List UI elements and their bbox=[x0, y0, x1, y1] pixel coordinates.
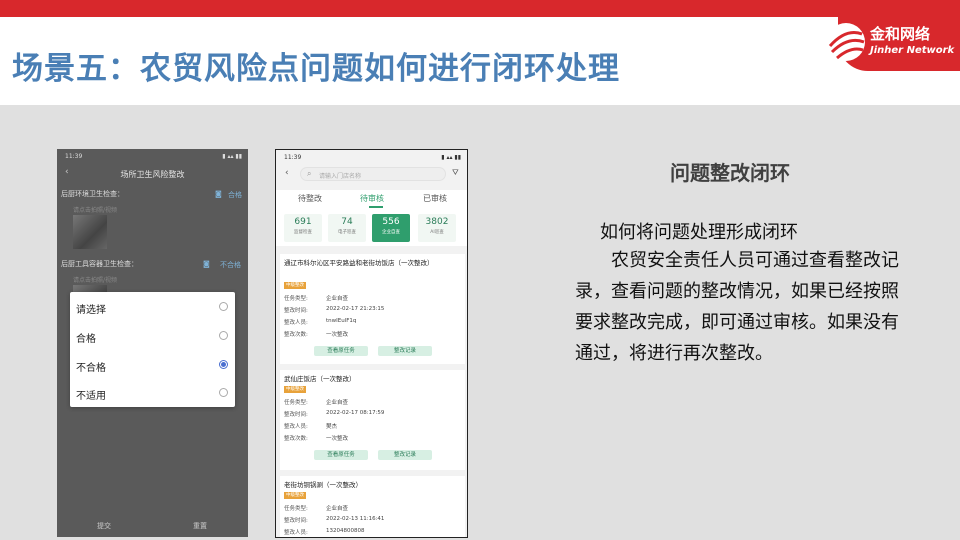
task-card[interactable]: 通辽市科尔沁区平安路益和老街坊饭店（一次整改） 中级整改 任务类型: 企业自查 整… bbox=[280, 254, 465, 364]
task-card[interactable]: 老街坊铜锅涮（一次整改） 中级整改 任务类型: 企业自查 整改时间: 2022-02… bbox=[280, 476, 465, 537]
check-item-label: 后厨环境卫生检查： bbox=[61, 190, 124, 198]
photo-thumbnail[interactable] bbox=[73, 215, 107, 249]
camera-icon[interactable]: ◙ bbox=[215, 190, 222, 198]
store-search-input[interactable]: ⌕ 请输入门店名称 bbox=[300, 167, 446, 181]
stat-card-active[interactable]: 556 企业自查 bbox=[372, 214, 410, 242]
level-badge: 中级整改 bbox=[284, 386, 306, 393]
lead-text: 如何将问题处理形成闭环 bbox=[600, 222, 798, 243]
top-red-bar bbox=[0, 0, 960, 17]
dropdown-option-selected[interactable]: 不合格 bbox=[70, 350, 235, 379]
view-original-task-button[interactable]: 查看原任务 bbox=[314, 450, 368, 460]
photo-hint: 请点击拍照/视频 bbox=[73, 207, 118, 214]
tab-pending-review[interactable]: 待审核 bbox=[360, 193, 384, 204]
stat-card[interactable]: 74 电子巡查 bbox=[328, 214, 366, 242]
brand-logo: 金和网络 Jinher Network bbox=[818, 17, 960, 71]
photo-hint: 请点击拍照/视频 bbox=[73, 277, 118, 284]
stat-card[interactable]: 3802 AI巡查 bbox=[418, 214, 456, 242]
task-card[interactable]: 武仙庄饭店（一次整改） 中级整改 任务类型: 企业自查 整改时间: 2022-02-… bbox=[280, 370, 465, 470]
rectify-record-button[interactable]: 整改记录 bbox=[378, 346, 432, 356]
search-icon: ⌕ bbox=[307, 169, 312, 178]
result-select-dropdown[interactable]: 请选择 合格 不合格 不适用 bbox=[70, 292, 235, 407]
stat-card[interactable]: 691 监督检查 bbox=[284, 214, 322, 242]
logo-text-en: Jinher Network bbox=[870, 45, 955, 56]
active-tab-indicator bbox=[369, 206, 383, 208]
nav-bar: ‹ 场所卫生风险整改 bbox=[57, 167, 248, 181]
slide-header: 场景五：农贸风险点问题如何进行闭环处理 bbox=[0, 17, 960, 105]
dropdown-option[interactable]: 请选择 bbox=[70, 292, 235, 321]
level-badge: 中级整改 bbox=[284, 492, 306, 499]
status-tabs: 待整改 待审核 已审核 bbox=[276, 190, 467, 210]
nav-title: 场所卫生风险整改 bbox=[120, 170, 185, 179]
tab-pending-rectify[interactable]: 待整改 bbox=[298, 193, 322, 204]
dropdown-option[interactable]: 不适用 bbox=[70, 378, 235, 407]
status-time: 11:39 bbox=[284, 154, 302, 161]
dropdown-option[interactable]: 合格 bbox=[70, 321, 235, 350]
view-original-task-button[interactable]: 查看原任务 bbox=[314, 346, 368, 356]
logo-globe-icon bbox=[827, 23, 865, 61]
rectify-record-button[interactable]: 整改记录 bbox=[378, 450, 432, 460]
status-icons: ▮ ▴▴ ▮▮ bbox=[441, 154, 461, 161]
section-heading: 问题整改闭环 bbox=[670, 161, 790, 185]
submit-button[interactable]: 提交 bbox=[97, 521, 111, 531]
store-name: 武仙庄饭店（一次整改） bbox=[284, 375, 356, 383]
status-time: 11:39 bbox=[65, 153, 83, 160]
logo-text-cn: 金和网络 bbox=[870, 25, 931, 43]
reset-button[interactable]: 重置 bbox=[193, 521, 207, 531]
slide-title: 场景五：农贸风险点问题如何进行闭环处理 bbox=[12, 51, 620, 87]
radio-selected-icon[interactable] bbox=[219, 360, 228, 369]
status-icons: ▮ ▴▴ ▮▮ bbox=[222, 153, 242, 160]
camera-icon[interactable]: ◙ bbox=[203, 260, 210, 268]
back-arrow-icon[interactable]: ‹ bbox=[285, 168, 289, 178]
tab-reviewed[interactable]: 已审核 bbox=[423, 193, 447, 204]
store-name: 老街坊铜锅涮（一次整改） bbox=[284, 481, 362, 489]
phone-screenshot-review-list: 11:39 ▮ ▴▴ ▮▮ ‹ ⌕ 请输入门店名称 ⛛ 待整改 待审核 已审核 … bbox=[275, 149, 468, 538]
source-stats: 691 监督检查 74 电子巡查 556 企业自查 3802 AI巡查 bbox=[276, 210, 467, 246]
radio-icon[interactable] bbox=[219, 302, 228, 311]
filter-icon[interactable]: ⛛ bbox=[452, 168, 459, 178]
radio-icon[interactable] bbox=[219, 388, 228, 397]
check-item-result[interactable]: 不合格 bbox=[220, 260, 241, 270]
store-name: 通辽市科尔沁区平安路益和老街坊饭店（一次整改） bbox=[284, 259, 434, 267]
description-paragraph: 农贸安全责任人员可通过查看整改记录，查看问题的整改情况，如果已经按照要求整改完成… bbox=[575, 250, 899, 364]
check-item-result[interactable]: 合格 bbox=[228, 190, 242, 200]
radio-icon[interactable] bbox=[219, 331, 228, 340]
check-item-label: 后厨工具容器卫生检查： bbox=[61, 260, 138, 268]
level-badge: 中级整改 bbox=[284, 282, 306, 289]
